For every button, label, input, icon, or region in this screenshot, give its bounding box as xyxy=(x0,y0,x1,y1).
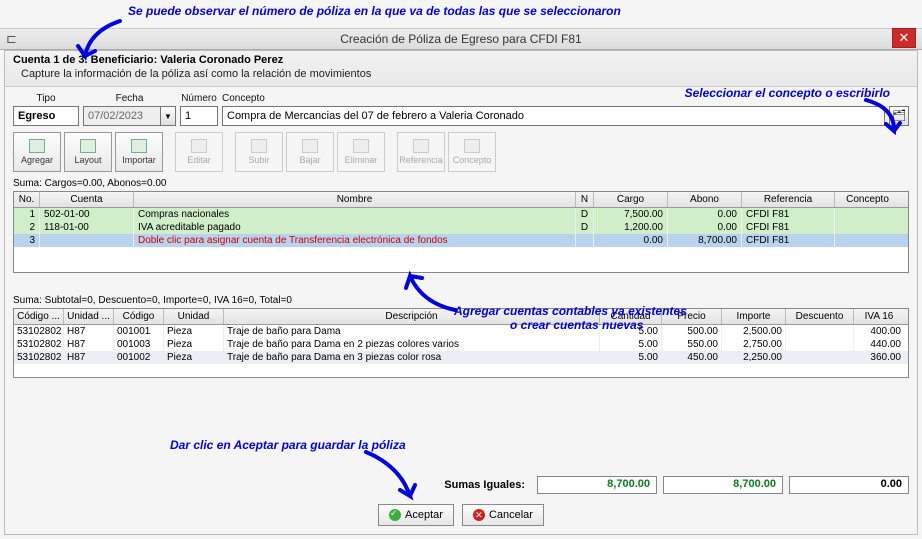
titlebar: Creación de Póliza de Egreso para CFDI F… xyxy=(0,28,922,50)
up-icon xyxy=(251,139,267,153)
accounts-grid[interactable]: No. Cuenta Nombre N Cargo Abono Referenc… xyxy=(13,191,909,273)
arrow-icon xyxy=(70,16,128,64)
down-button: Bajar xyxy=(286,132,334,172)
table-row[interactable]: 53102802H87001001PiezaTraje de baño para… xyxy=(14,325,908,338)
table-row[interactable]: 53102802H87001002PiezaTraje de baño para… xyxy=(14,351,908,364)
layout-button[interactable]: Layout xyxy=(64,132,112,172)
accounts-grid-header: No. Cuenta Nombre N Cargo Abono Referenc… xyxy=(14,192,908,208)
arrow-icon xyxy=(860,96,904,140)
window-title: Creación de Póliza de Egreso para CFDI F… xyxy=(6,32,916,46)
concept-icon xyxy=(464,139,480,153)
reference-icon xyxy=(413,139,429,153)
date-field: Fecha ▼ xyxy=(83,93,176,126)
concept-input[interactable] xyxy=(222,106,885,126)
summary-accounts: Suma: Cargos=0.00, Abonos=0.00 xyxy=(5,176,917,191)
back-icon[interactable]: ⊏ xyxy=(6,31,24,45)
details-grid[interactable]: Código ... Unidad ... Código Unidad Desc… xyxy=(13,308,909,378)
edit-icon xyxy=(191,139,207,153)
instructions-text: Capture la información de la póliza así … xyxy=(13,66,909,83)
down-icon xyxy=(302,139,318,153)
reference-button: Referencia xyxy=(397,132,445,172)
annotation-bottom: Dar clic en Aceptar para guardar la póli… xyxy=(170,438,406,452)
type-input[interactable] xyxy=(13,106,79,126)
add-icon xyxy=(29,139,45,153)
number-field: Número xyxy=(180,93,218,126)
total-diff: 0.00 xyxy=(789,476,909,494)
close-button[interactable]: ✕ xyxy=(892,28,916,48)
date-input xyxy=(83,106,161,126)
annotation-mid2: o crear cuentas nuevas xyxy=(510,318,643,332)
type-label: Tipo xyxy=(13,93,79,106)
import-button[interactable]: Importar xyxy=(115,132,163,172)
subheader: Cuenta 1 de 3. Beneficiario: Valeria Cor… xyxy=(5,51,917,87)
annotation-top: Se puede observar el número de póliza en… xyxy=(128,4,621,18)
annotation-mid1: Agregar cuentas contables ya existentes xyxy=(454,304,687,318)
import-icon xyxy=(131,139,147,153)
total-cargos: 8,700.00 xyxy=(537,476,657,494)
number-label: Número xyxy=(180,93,218,106)
table-row[interactable]: 1502-01-00Compras nacionalesD7,500.000.0… xyxy=(14,208,908,221)
toolbar: Agregar Layout Importar Editar Subir Baj… xyxy=(5,128,917,176)
total-abonos: 8,700.00 xyxy=(663,476,783,494)
cancel-button[interactable]: ✕Cancelar xyxy=(462,504,544,526)
arrow-icon xyxy=(360,448,424,506)
type-field: Tipo xyxy=(13,93,79,126)
table-row[interactable]: 3Doble clic para asignar cuenta de Trans… xyxy=(14,234,908,247)
totals-label: Sumas Iguales: xyxy=(444,479,525,491)
concept-button: Concepto xyxy=(448,132,496,172)
date-dropdown-button[interactable]: ▼ xyxy=(161,106,176,126)
add-button[interactable]: Agregar xyxy=(13,132,61,172)
table-row[interactable]: 53102802H87001003PiezaTraje de baño para… xyxy=(14,338,908,351)
delete-icon xyxy=(353,139,369,153)
accept-button[interactable]: Aceptar xyxy=(378,504,454,526)
check-icon xyxy=(389,509,401,521)
layout-icon xyxy=(80,139,96,153)
delete-button: Eliminar xyxy=(337,132,385,172)
close-icon: ✕ xyxy=(473,509,485,521)
table-row[interactable]: 2118-01-00IVA acreditable pagadoD1,200.0… xyxy=(14,221,908,234)
date-label: Fecha xyxy=(83,93,176,106)
totals-row: Sumas Iguales: 8,700.00 8,700.00 0.00 xyxy=(13,476,909,494)
account-counter: Cuenta 1 de 3. Beneficiario: Valeria Cor… xyxy=(13,54,909,66)
edit-button: Editar xyxy=(175,132,223,172)
annotation-right: Seleccionar el concepto o escribirlo xyxy=(685,86,890,100)
number-input[interactable] xyxy=(180,106,218,126)
up-button: Subir xyxy=(235,132,283,172)
